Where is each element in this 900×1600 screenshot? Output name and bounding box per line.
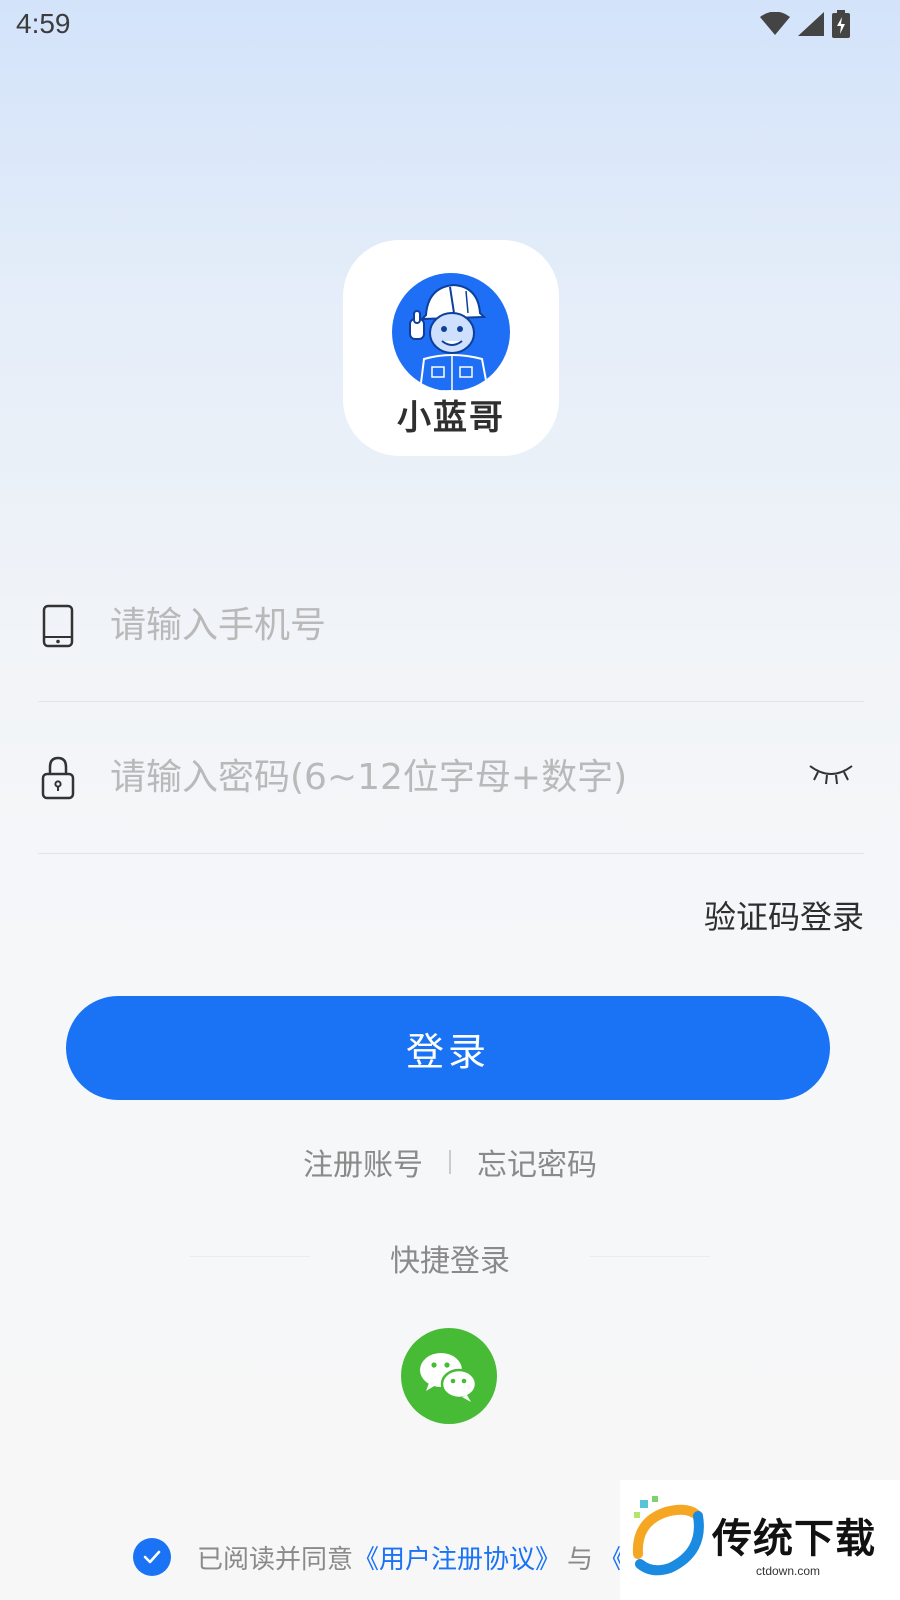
sms-code-login-link[interactable]: 验证码登录 — [704, 892, 864, 938]
user-agreement-link[interactable]: 《用户注册协议》 — [353, 1539, 561, 1576]
watermark-logo-icon — [632, 1496, 704, 1576]
check-icon — [143, 1550, 161, 1564]
agreement-row: 已阅读并同意 《用户注册协议》 与 《l — [133, 1538, 632, 1576]
wechat-login-button[interactable] — [401, 1328, 497, 1424]
register-link[interactable]: 注册账号 — [303, 1140, 423, 1184]
signal-icon — [798, 12, 824, 36]
password-field-row — [38, 742, 864, 832]
battery-charging-icon — [832, 10, 850, 38]
password-input[interactable] — [110, 742, 750, 812]
logo-app-name: 小蓝哥 — [397, 398, 505, 438]
site-watermark: 传统下载 ctdown.com — [620, 1480, 900, 1600]
app-logo-card: 小蓝哥 — [343, 240, 559, 456]
agreement-prefix: 已阅读并同意 — [197, 1544, 354, 1575]
quick-login-header: 快捷登录 — [0, 1236, 900, 1280]
quick-login-label: 快捷登录 — [390, 1244, 510, 1279]
wechat-icon — [420, 1353, 478, 1402]
password-divider — [38, 853, 864, 854]
agreement-connector: 与 — [567, 1544, 594, 1575]
links-separator — [449, 1150, 451, 1174]
phone-icon — [42, 604, 74, 648]
account-links: 注册账号 忘记密码 — [0, 1140, 900, 1184]
phone-divider — [38, 701, 864, 702]
watermark-subtitle: ctdown.com — [756, 1564, 821, 1578]
watermark-title: 传统下载 — [712, 1516, 876, 1562]
eye-closed-icon[interactable] — [806, 758, 856, 788]
phone-field-row — [38, 590, 864, 680]
agreement-checkbox[interactable] — [133, 1538, 171, 1576]
wifi-icon — [760, 12, 790, 35]
login-button[interactable]: 登录 — [66, 996, 830, 1100]
mascot-logo-icon — [392, 273, 510, 391]
forgot-password-link[interactable]: 忘记密码 — [477, 1140, 597, 1184]
status-icons — [760, 10, 850, 38]
status-time: 4:59 — [16, 8, 71, 39]
phone-input[interactable] — [110, 590, 790, 660]
lock-icon — [41, 756, 75, 800]
